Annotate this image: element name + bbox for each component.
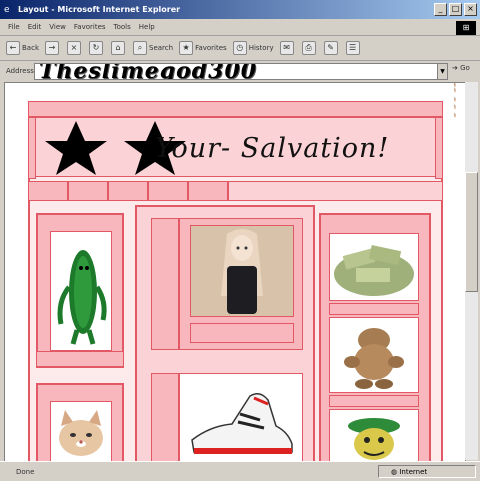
middle-sidebar-strip-top xyxy=(151,218,179,350)
header-top-band xyxy=(28,101,443,117)
windows-logo-icon: ⊞ xyxy=(462,23,470,32)
favorites-label: Favorites xyxy=(195,44,227,52)
refresh-icon: ↻ xyxy=(89,41,103,55)
page-viewport: Your- Salvation! xyxy=(4,82,466,462)
left-card-1-footer xyxy=(36,351,124,367)
menu-favorites[interactable]: Favorites xyxy=(74,23,106,31)
bronze-mario-statue-image xyxy=(344,328,404,389)
scrollbar-thumb[interactable] xyxy=(465,172,478,292)
status-bar: Done ◍ Internet xyxy=(0,461,480,481)
stop-icon: × xyxy=(67,41,81,55)
globe-icon: ◍ xyxy=(391,468,398,476)
forward-button[interactable]: → xyxy=(45,41,61,55)
nav-tab-3[interactable] xyxy=(108,181,148,201)
address-value: Theslimegod300 xyxy=(39,63,258,80)
back-arrow-icon: ← xyxy=(6,41,20,55)
discuss-icon: ☰ xyxy=(345,41,360,55)
print-button[interactable]: ⎙ xyxy=(301,41,318,55)
status-text: Done xyxy=(16,467,35,476)
windows-logo-throbber: ⊞ xyxy=(456,21,476,35)
history-label: History xyxy=(248,44,274,52)
middle-sidebar-strip-bottom xyxy=(151,373,179,461)
favorites-button[interactable]: ★ Favorites xyxy=(179,41,227,55)
menu-tools[interactable]: Tools xyxy=(114,23,131,31)
security-zone: ◍ Internet xyxy=(378,465,476,478)
anime-caption-bar xyxy=(190,323,294,343)
nav-tab-4[interactable] xyxy=(148,181,188,201)
pointing-hands-strip xyxy=(454,83,456,118)
mail-icon: ✉ xyxy=(279,41,294,55)
nav-tab-5[interactable] xyxy=(188,181,228,201)
cat-image-frame xyxy=(50,401,112,461)
back-button[interactable]: ← Back xyxy=(6,41,39,55)
address-dropdown-button[interactable]: ▼ xyxy=(437,63,448,80)
home-button[interactable]: ⌂ xyxy=(111,41,127,55)
edit-button[interactable]: ✎ xyxy=(323,41,340,55)
anime-girl-image xyxy=(191,226,293,316)
address-input[interactable]: Theslimegod300 xyxy=(34,63,440,80)
back-label: Back xyxy=(22,44,39,52)
refresh-button[interactable]: ↻ xyxy=(89,41,105,55)
cat-face-image xyxy=(59,410,103,456)
maximize-button[interactable]: □ xyxy=(449,3,462,16)
go-button[interactable]: ➔ Go xyxy=(452,64,470,72)
money-caption-bar xyxy=(329,303,419,315)
menu-edit[interactable]: Edit xyxy=(28,23,42,31)
discuss-button[interactable]: ☰ xyxy=(345,41,362,55)
print-icon: ⎙ xyxy=(301,41,316,55)
mail-button[interactable]: ✉ xyxy=(279,41,296,55)
menu-bar: File Edit View Favorites Tools Help xyxy=(0,19,480,36)
toolbar: ← Back → × ↻ ⌂ ⌕ Search ★ Favorites ◷ Hi… xyxy=(0,36,480,61)
header-right-edge xyxy=(435,117,443,179)
anime-image-frame xyxy=(190,225,294,317)
bronze-mario-image-frame xyxy=(329,317,419,393)
title-bar: e Layout - Microsoft Internet Explorer _… xyxy=(0,0,480,19)
ie-icon: e xyxy=(4,4,10,15)
search-label: Search xyxy=(149,44,174,52)
window-controls: _ □ × xyxy=(434,3,477,16)
window-title: Layout - Microsoft Internet Explorer xyxy=(18,5,181,14)
history-icon: ◷ xyxy=(232,41,247,55)
minimize-button[interactable]: _ xyxy=(434,3,447,16)
nav-tab-1[interactable] xyxy=(28,181,68,201)
green-creature-image-frame xyxy=(329,409,419,461)
pickle-figure-image xyxy=(57,250,107,345)
page-heading: Your- Salvation! xyxy=(155,133,390,164)
mario-caption-bar xyxy=(329,395,419,407)
home-icon: ⌂ xyxy=(111,41,125,55)
go-label: Go xyxy=(460,64,470,72)
menu-file[interactable]: File xyxy=(8,23,20,31)
search-button[interactable]: ⌕ Search xyxy=(133,41,173,55)
pickle-image-frame xyxy=(50,231,112,351)
sneaker-image xyxy=(191,393,293,454)
favorites-icon: ★ xyxy=(179,41,194,55)
edit-icon: ✎ xyxy=(323,41,338,55)
menu-view[interactable]: View xyxy=(49,23,66,31)
address-label: Address xyxy=(6,67,34,75)
nav-bar-fill xyxy=(228,181,443,201)
money-image-frame xyxy=(329,233,419,301)
green-hat-creature-image xyxy=(348,418,400,460)
vertical-scrollbar[interactable] xyxy=(465,82,478,460)
menu-help[interactable]: Help xyxy=(139,23,155,31)
go-arrow-icon: ➔ xyxy=(452,64,458,72)
forward-arrow-icon: → xyxy=(45,41,59,55)
header-left-edge xyxy=(28,117,36,179)
search-icon: ⌕ xyxy=(133,41,147,55)
close-button[interactable]: × xyxy=(464,3,477,16)
address-bar: Address Theslimegod300 ▼ ➔ Go xyxy=(0,61,480,81)
money-pile-image xyxy=(334,245,414,296)
nav-tab-2[interactable] xyxy=(68,181,108,201)
sneaker-image-frame xyxy=(179,373,303,461)
star-icon-left xyxy=(45,121,107,175)
zone-label: Internet xyxy=(399,468,428,476)
stop-button[interactable]: × xyxy=(67,41,83,55)
history-button[interactable]: ◷ History xyxy=(232,41,274,55)
